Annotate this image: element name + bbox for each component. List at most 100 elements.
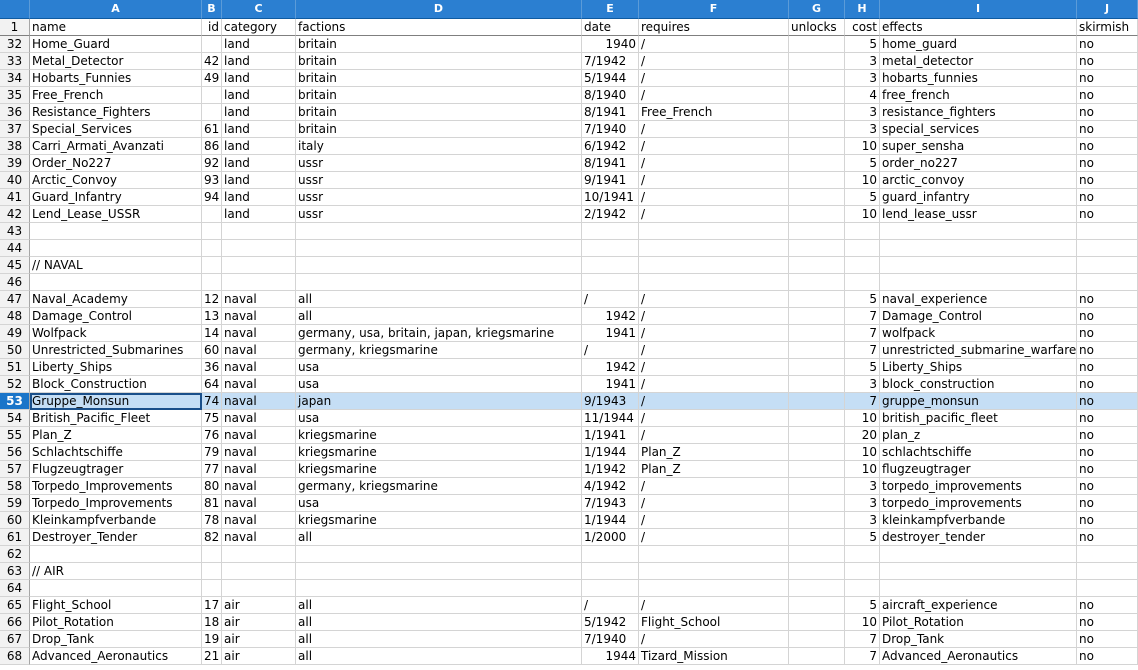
cell-e[interactable]: 6/1942 — [582, 138, 639, 155]
column-header-a[interactable]: A — [30, 0, 202, 19]
cell-b[interactable]: 42 — [202, 53, 222, 70]
cell-i[interactable]: naval_experience — [880, 291, 1077, 308]
cell-c[interactable]: land — [222, 87, 296, 104]
cell-b[interactable]: 60 — [202, 342, 222, 359]
cell-e[interactable]: 11/1944 — [582, 410, 639, 427]
row-header[interactable]: 45 — [0, 257, 30, 274]
cell-i[interactable] — [880, 223, 1077, 240]
cell-d[interactable]: kriegsmarine — [296, 444, 582, 461]
cell-i[interactable]: free_french — [880, 87, 1077, 104]
cell-c[interactable]: land — [222, 189, 296, 206]
cell-f[interactable]: / — [639, 410, 789, 427]
cell-b[interactable] — [202, 104, 222, 121]
cell-d[interactable]: usa — [296, 410, 582, 427]
cell-c[interactable] — [222, 223, 296, 240]
cell-c[interactable]: category — [222, 19, 296, 36]
cell-d[interactable]: ussr — [296, 189, 582, 206]
cell-f[interactable]: Flight_School — [639, 614, 789, 631]
cell-g[interactable] — [789, 376, 845, 393]
row-header[interactable]: 35 — [0, 87, 30, 104]
cell-d[interactable]: kriegsmarine — [296, 512, 582, 529]
cell-a[interactable] — [30, 223, 202, 240]
cell-j[interactable]: no — [1077, 104, 1138, 121]
cell-h[interactable] — [845, 274, 880, 291]
cell-a[interactable]: Metal_Detector — [30, 53, 202, 70]
cell-e[interactable]: 1/1944 — [582, 512, 639, 529]
cell-i[interactable] — [880, 240, 1077, 257]
cell-a[interactable] — [30, 240, 202, 257]
column-header-b[interactable]: B — [202, 0, 222, 19]
cell-f[interactable] — [639, 257, 789, 274]
cell-c[interactable]: land — [222, 36, 296, 53]
cell-c[interactable]: naval — [222, 393, 296, 410]
cell-e[interactable]: 10/1941 — [582, 189, 639, 206]
cell-i[interactable]: british_pacific_fleet — [880, 410, 1077, 427]
cell-c[interactable] — [222, 240, 296, 257]
cell-i[interactable]: plan_z — [880, 427, 1077, 444]
row-header[interactable]: 59 — [0, 495, 30, 512]
cell-j[interactable]: no — [1077, 172, 1138, 189]
cell-a[interactable]: Kleinkampfverbande — [30, 512, 202, 529]
cell-a[interactable]: Home_Guard — [30, 36, 202, 53]
cell-h[interactable]: 10 — [845, 614, 880, 631]
cell-g[interactable] — [789, 512, 845, 529]
row-header[interactable]: 36 — [0, 104, 30, 121]
cell-j[interactable] — [1077, 580, 1138, 597]
cell-d[interactable]: ussr — [296, 206, 582, 223]
column-header-c[interactable]: C — [222, 0, 296, 19]
cell-c[interactable] — [222, 274, 296, 291]
cell-d[interactable]: italy — [296, 138, 582, 155]
cell-h[interactable]: 10 — [845, 410, 880, 427]
cell-e[interactable] — [582, 223, 639, 240]
cell-a[interactable]: Flight_School — [30, 597, 202, 614]
cell-b[interactable]: id — [202, 19, 222, 36]
cell-f[interactable]: / — [639, 495, 789, 512]
cell-f[interactable] — [639, 580, 789, 597]
cell-d[interactable] — [296, 580, 582, 597]
cell-j[interactable]: no — [1077, 291, 1138, 308]
cell-h[interactable]: 10 — [845, 461, 880, 478]
cell-f[interactable]: / — [639, 427, 789, 444]
cell-g[interactable] — [789, 631, 845, 648]
cell-g[interactable] — [789, 172, 845, 189]
cell-h[interactable] — [845, 240, 880, 257]
cell-d[interactable] — [296, 563, 582, 580]
cell-d[interactable]: japan — [296, 393, 582, 410]
row-header[interactable]: 1 — [0, 19, 30, 36]
row-header[interactable]: 40 — [0, 172, 30, 189]
cell-c[interactable]: land — [222, 104, 296, 121]
cell-h[interactable]: 5 — [845, 291, 880, 308]
cell-f[interactable]: Tizard_Mission — [639, 648, 789, 665]
row-header[interactable]: 44 — [0, 240, 30, 257]
cell-g[interactable]: unlocks — [789, 19, 845, 36]
cell-a[interactable]: Guard_Infantry — [30, 189, 202, 206]
cell-c[interactable] — [222, 563, 296, 580]
cell-a[interactable]: Order_No227 — [30, 155, 202, 172]
cell-d[interactable]: all — [296, 648, 582, 665]
cell-h[interactable]: 10 — [845, 444, 880, 461]
cell-j[interactable]: no — [1077, 189, 1138, 206]
row-header[interactable]: 37 — [0, 121, 30, 138]
cell-j[interactable]: no — [1077, 529, 1138, 546]
cell-c[interactable]: naval — [222, 444, 296, 461]
cell-g[interactable] — [789, 495, 845, 512]
cell-c[interactable]: land — [222, 172, 296, 189]
cell-b[interactable] — [202, 257, 222, 274]
cell-b[interactable]: 81 — [202, 495, 222, 512]
cell-f[interactable]: / — [639, 308, 789, 325]
cell-a[interactable]: Torpedo_Improvements — [30, 478, 202, 495]
cell-e[interactable]: 8/1941 — [582, 104, 639, 121]
cell-e[interactable]: 9/1943 — [582, 393, 639, 410]
cell-c[interactable] — [222, 546, 296, 563]
cell-d[interactable]: britain — [296, 36, 582, 53]
cell-e[interactable]: 7/1940 — [582, 631, 639, 648]
cell-h[interactable]: 7 — [845, 631, 880, 648]
cell-b[interactable]: 80 — [202, 478, 222, 495]
cell-g[interactable] — [789, 36, 845, 53]
row-header[interactable]: 61 — [0, 529, 30, 546]
cell-a[interactable]: name — [30, 19, 202, 36]
row-header[interactable]: 41 — [0, 189, 30, 206]
cell-j[interactable]: no — [1077, 206, 1138, 223]
cell-c[interactable]: naval — [222, 410, 296, 427]
row-header[interactable]: 52 — [0, 376, 30, 393]
